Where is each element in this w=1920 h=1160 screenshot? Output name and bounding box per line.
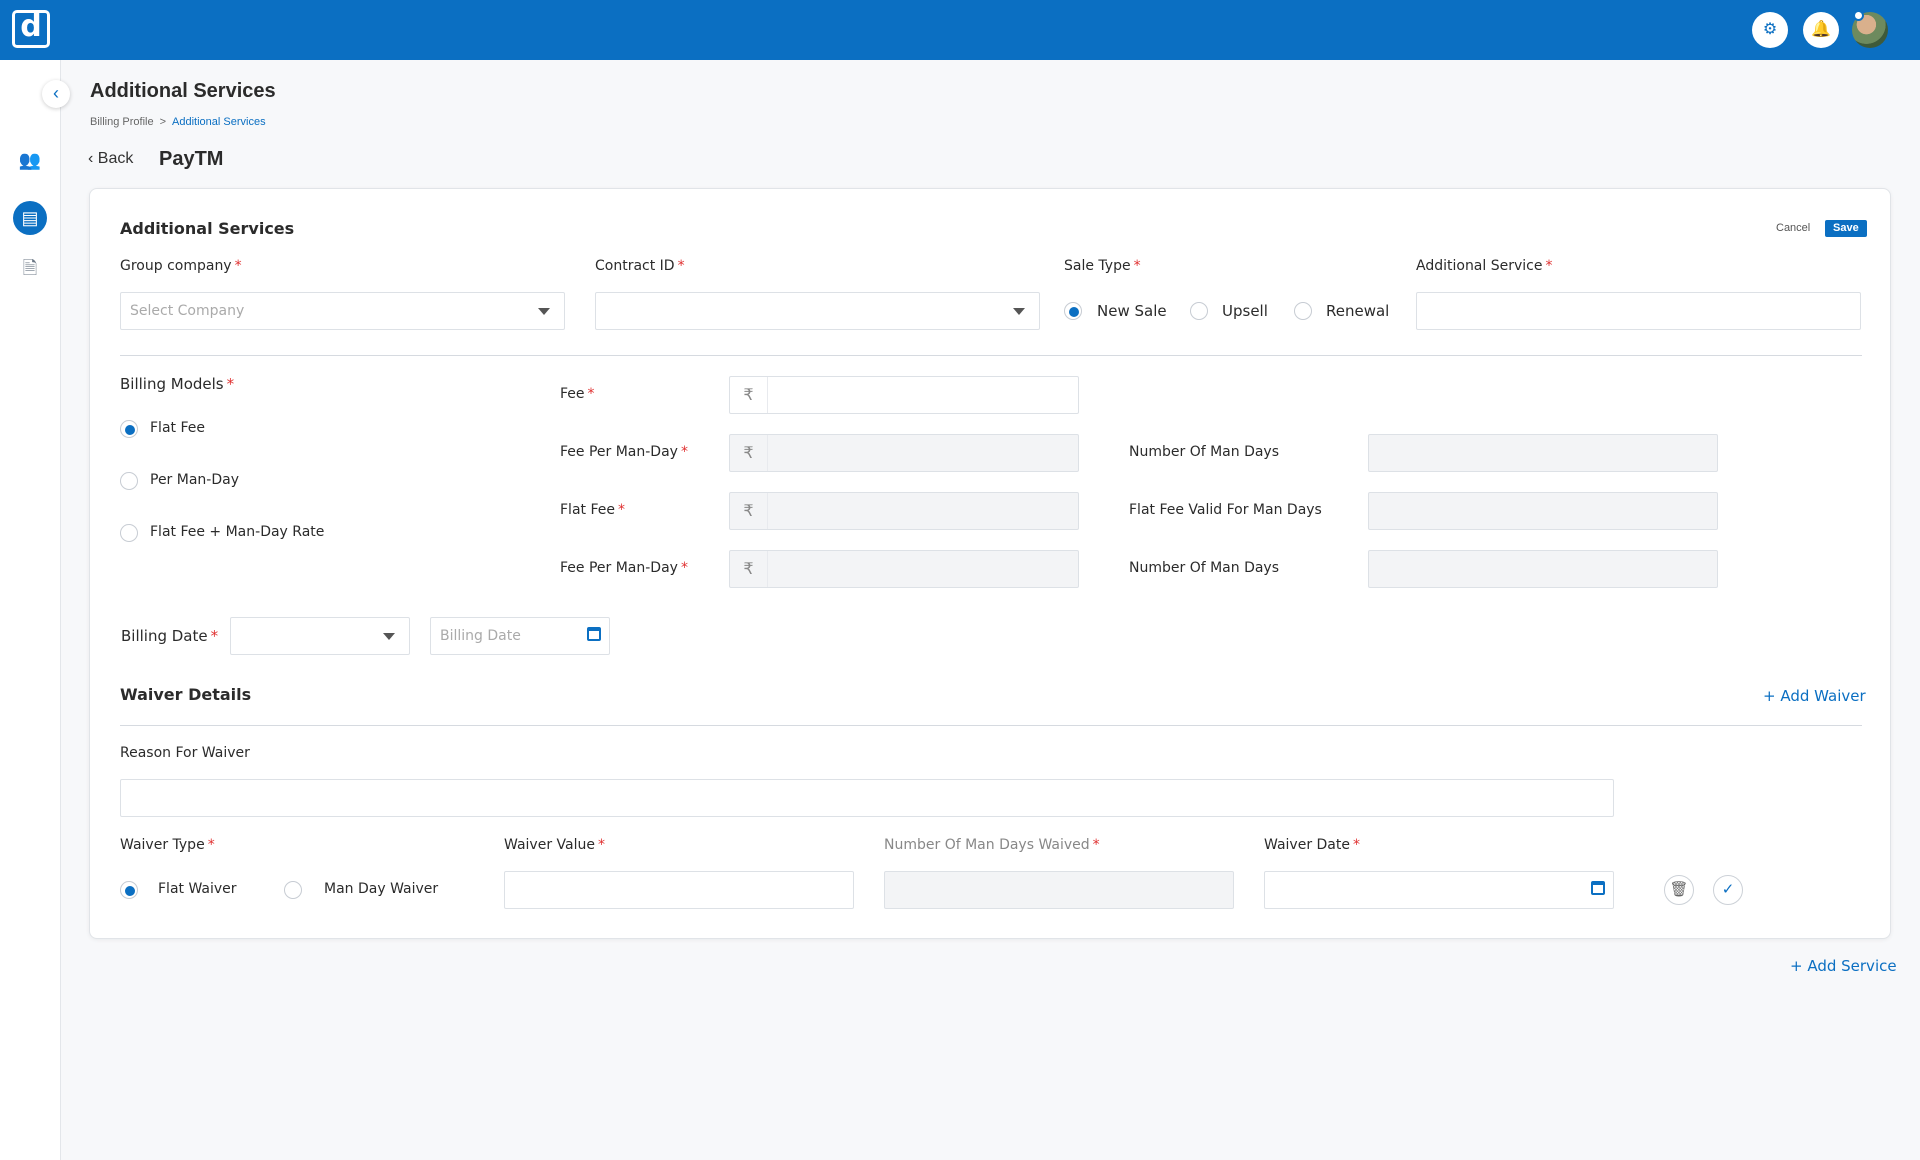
billing-model-flat-fee-radio[interactable] [120, 420, 138, 438]
waiver-date-label: Waiver Date * [1264, 837, 1360, 853]
fee-per-man-day-label-2: Fee Per Man-Day * [560, 560, 688, 576]
breadcrumb-additional-services[interactable]: Additional Services [172, 116, 266, 128]
fee-per-man-day-input-2: ₹ [729, 550, 1079, 588]
waiver-value-input[interactable] [504, 871, 854, 909]
waiver-date-input[interactable] [1264, 871, 1614, 909]
number-of-man-days-input-2 [1368, 550, 1718, 588]
back-button[interactable]: ‹ Back [88, 150, 133, 168]
fee-input[interactable]: ₹ [729, 376, 1079, 414]
app-logo[interactable]: d [12, 10, 50, 48]
delete-waiver-button[interactable]: 🗑 [1664, 875, 1694, 905]
group-company-label: Group company * [120, 258, 242, 274]
confirm-waiver-button[interactable]: ✓ [1713, 875, 1743, 905]
sale-type-renewal-radio[interactable] [1294, 302, 1312, 320]
sale-type-upsell-label[interactable]: Upsell [1222, 302, 1268, 320]
number-of-man-days-label-2: Number Of Man Days [1129, 560, 1280, 576]
breadcrumb-separator: > [159, 116, 167, 128]
contract-id-label: Contract ID * [595, 258, 685, 274]
billing-date-select[interactable] [230, 617, 410, 655]
save-button[interactable]: Save [1825, 220, 1867, 237]
breadcrumb: Billing Profile > Additional Services [90, 116, 266, 128]
notification-bell-icon[interactable]: 🔔 [1803, 12, 1839, 48]
sidebar: 👥 ▤ 🗎 [0, 60, 61, 1160]
reason-for-waiver-input[interactable] [120, 779, 1614, 817]
waiver-value-label: Waiver Value * [504, 837, 605, 853]
sale-type-new-sale-radio[interactable] [1064, 302, 1082, 320]
status-indicator [1853, 10, 1864, 21]
team-icon[interactable]: 👥 [13, 143, 47, 177]
billing-model-flat-fee-man-day-label[interactable]: Flat Fee + Man-Day Rate [150, 524, 324, 540]
breadcrumb-billing-profile[interactable]: Billing Profile [90, 116, 154, 128]
billing-date-input[interactable]: Billing Date [430, 617, 610, 655]
rupee-icon: ₹ [730, 551, 768, 587]
fee-label: Fee * [560, 386, 595, 402]
rupee-icon: ₹ [730, 435, 768, 471]
collapse-sidebar-button[interactable]: ‹ [42, 80, 70, 108]
section-title: Additional Services [120, 219, 295, 238]
waiver-type-flat-radio[interactable] [120, 881, 138, 899]
settings-icon[interactable]: ⚙ [1752, 12, 1788, 48]
chevron-left-icon: ‹ [88, 150, 98, 167]
chevron-down-icon [383, 633, 395, 640]
page-title: Additional Services [90, 80, 276, 102]
fee-per-man-day-input: ₹ [729, 434, 1079, 472]
flat-fee-label: Flat Fee * [560, 502, 625, 518]
rupee-icon: ₹ [730, 493, 768, 529]
waiver-type-man-day-label[interactable]: Man Day Waiver [324, 881, 438, 897]
billing-model-per-man-day-label[interactable]: Per Man-Day [150, 472, 239, 488]
waiver-type-flat-label[interactable]: Flat Waiver [158, 881, 237, 897]
rupee-icon: ₹ [730, 377, 768, 413]
add-waiver-button[interactable]: + Add Waiver [1763, 687, 1866, 705]
waiver-type-man-day-radio[interactable] [284, 881, 302, 899]
number-of-man-days-label: Number Of Man Days [1129, 444, 1280, 460]
divider [120, 355, 1862, 356]
documents-icon[interactable]: 🗎 [13, 251, 47, 285]
waiver-details-title: Waiver Details [120, 685, 252, 704]
contract-id-select[interactable] [595, 292, 1040, 330]
group-company-select[interactable]: Select Company [120, 292, 565, 330]
divider [120, 725, 1862, 726]
billing-icon[interactable]: ▤ [13, 201, 47, 235]
flat-fee-input: ₹ [729, 492, 1079, 530]
calendar-icon [587, 627, 601, 641]
additional-service-label: Additional Service * [1416, 258, 1553, 274]
trash-icon: 🗑 [1669, 881, 1689, 898]
number-of-man-days-input [1368, 434, 1718, 472]
flat-fee-valid-input [1368, 492, 1718, 530]
fee-per-man-day-label: Fee Per Man-Day * [560, 444, 688, 460]
sale-type-label: Sale Type * [1064, 258, 1141, 274]
flat-fee-valid-label: Flat Fee Valid For Man Days [1129, 502, 1322, 518]
billing-model-flat-fee-man-day-radio[interactable] [120, 524, 138, 542]
sale-type-upsell-radio[interactable] [1190, 302, 1208, 320]
add-service-button[interactable]: + Add Service [1790, 957, 1897, 975]
additional-services-card: Additional Services Cancel Save Group co… [89, 188, 1891, 939]
waiver-type-label: Waiver Type * [120, 837, 215, 853]
billing-model-flat-fee-label[interactable]: Flat Fee [150, 420, 205, 436]
additional-service-input[interactable] [1416, 292, 1861, 330]
sale-type-new-sale-label[interactable]: New Sale [1097, 302, 1167, 320]
company-name: PayTM [159, 148, 224, 170]
billing-date-label: Billing Date * [121, 627, 219, 645]
billing-models-label: Billing Models * [120, 375, 235, 393]
billing-model-per-man-day-radio[interactable] [120, 472, 138, 490]
chevron-down-icon [538, 308, 550, 315]
top-bar: d ⚙ 🔔 [0, 0, 1920, 60]
man-days-waived-input [884, 871, 1234, 909]
cancel-button[interactable]: Cancel [1776, 222, 1810, 234]
check-icon: ✓ [1721, 881, 1735, 898]
calendar-icon [1591, 881, 1605, 895]
reason-for-waiver-label: Reason For Waiver [120, 745, 250, 761]
man-days-waived-label: Number Of Man Days Waived * [884, 837, 1100, 853]
sale-type-renewal-label[interactable]: Renewal [1326, 302, 1389, 320]
chevron-down-icon [1013, 308, 1025, 315]
